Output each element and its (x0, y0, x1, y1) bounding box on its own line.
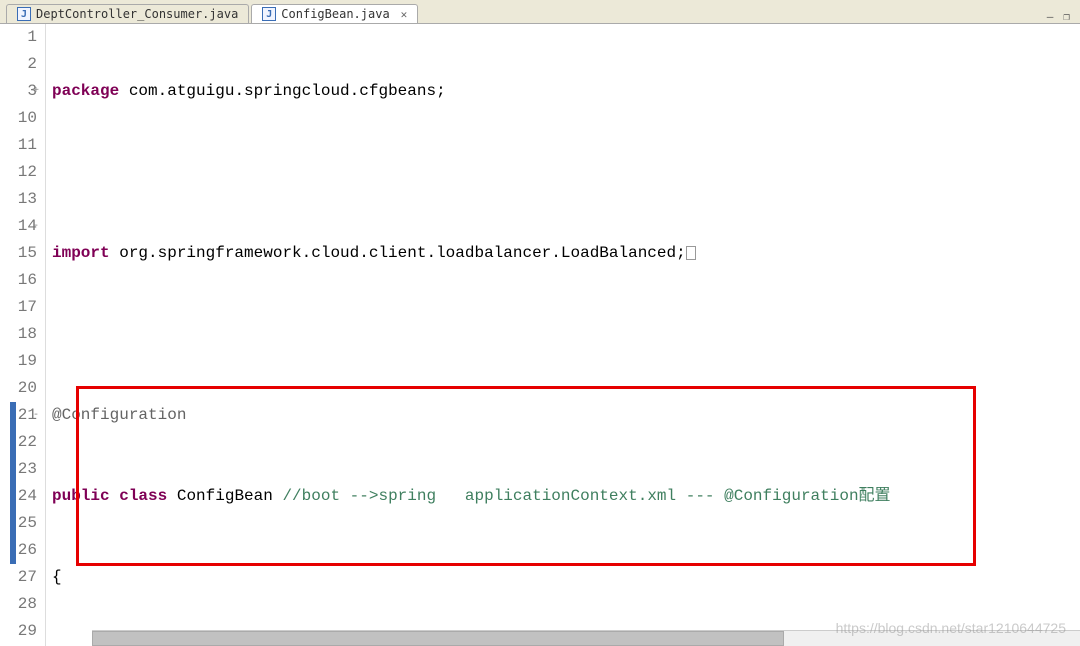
java-file-icon: J (17, 7, 31, 21)
code-line (52, 321, 1080, 348)
tab-config-bean[interactable]: J ConfigBean.java ✕ (251, 4, 418, 23)
change-marker (10, 402, 16, 564)
code-line: import org.springframework.cloud.client.… (52, 240, 1080, 267)
watermark-text: https://blog.csdn.net/star1210644725 (836, 620, 1066, 636)
tab-label: ConfigBean.java (281, 7, 389, 21)
code-line: public class ConfigBean //boot -->spring… (52, 483, 1080, 510)
restore-icon[interactable]: ❐ (1063, 10, 1070, 23)
code-line: { (52, 564, 1080, 591)
close-icon[interactable]: ✕ (401, 8, 408, 21)
fold-expand-icon[interactable]: + (33, 78, 39, 105)
java-file-icon: J (262, 7, 276, 21)
code-content[interactable]: package com.atguigu.springcloud.cfgbeans… (46, 24, 1080, 646)
fold-collapse-icon[interactable]: - (33, 213, 39, 240)
code-line (52, 159, 1080, 186)
line-number-gutter: 1 2 3+ 10 11 12 13 14- 15 16 17 18 19 20… (0, 24, 46, 646)
window-controls: — ❐ (1047, 10, 1080, 23)
tab-dept-controller[interactable]: J DeptController_Consumer.java (6, 4, 249, 23)
minimize-icon[interactable]: — (1047, 10, 1054, 23)
code-editor[interactable]: 1 2 3+ 10 11 12 13 14- 15 16 17 18 19 20… (0, 24, 1080, 646)
collapsed-import-icon[interactable] (686, 246, 696, 260)
scrollbar-thumb[interactable] (92, 631, 784, 646)
editor-tab-bar: J DeptController_Consumer.java J ConfigB… (0, 0, 1080, 24)
code-line: @Configuration (52, 402, 1080, 429)
tab-label: DeptController_Consumer.java (36, 7, 238, 21)
fold-collapse-icon[interactable]: - (33, 402, 39, 429)
code-line: package com.atguigu.springcloud.cfgbeans… (52, 78, 1080, 105)
